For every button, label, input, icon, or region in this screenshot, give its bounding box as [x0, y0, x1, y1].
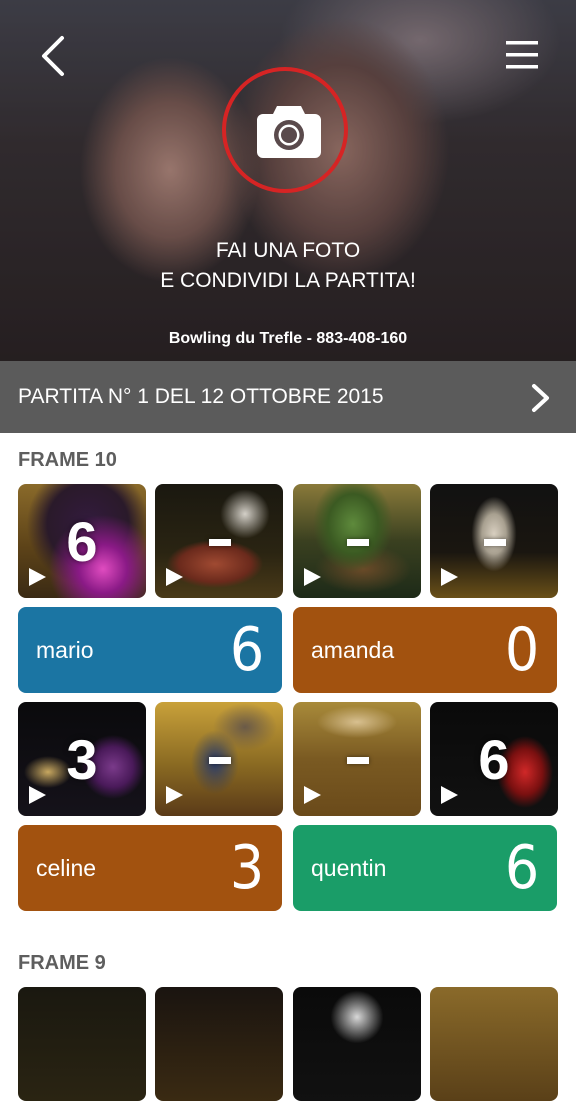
no-score-dash — [484, 539, 506, 546]
cta-line-2: E CONDIVIDI LA PARTITA! — [160, 269, 416, 292]
game-title: PARTITA N° 1 DEL 12 OTTOBRE 2015 — [18, 385, 384, 408]
chevron-right-icon — [532, 384, 549, 412]
player-name: quentin — [311, 855, 387, 881]
game-selector-bar[interactable]: PARTITA N° 1 DEL 12 OTTOBRE 2015 — [0, 361, 576, 433]
player-card-quentin[interactable]: quentin 6 — [293, 825, 557, 911]
hamburger-menu-icon — [506, 41, 538, 69]
video-thumbnail[interactable] — [155, 987, 283, 1101]
player-score: 0 — [504, 615, 539, 685]
frame-title: FRAME 9 — [18, 952, 106, 974]
no-score-dash — [347, 757, 369, 764]
venue-label: Bowling du Trefle - 883-408-160 — [168, 330, 408, 347]
take-photo-button[interactable] — [222, 67, 348, 193]
play-icon — [304, 786, 321, 804]
play-icon — [29, 568, 46, 586]
play-icon — [441, 568, 458, 586]
camera-icon — [257, 106, 321, 158]
photo-call-to-action: FAI UNA FOTO E CONDIVIDI LA PARTITA! — [0, 236, 576, 296]
player-card-celine[interactable]: celine 3 — [18, 825, 282, 911]
play-icon — [166, 568, 183, 586]
chevron-left-icon — [42, 36, 64, 76]
player-card-mario[interactable]: mario 6 — [18, 607, 282, 693]
player-score: 3 — [229, 833, 264, 903]
player-score: 6 — [229, 615, 264, 685]
back-button[interactable] — [30, 30, 78, 82]
video-thumbnail[interactable] — [155, 702, 283, 816]
video-thumbnail[interactable] — [155, 484, 283, 598]
player-card-amanda[interactable]: amanda 0 — [293, 607, 557, 693]
player-name: mario — [36, 637, 94, 663]
video-thumbnail[interactable] — [430, 987, 558, 1101]
video-thumbnail[interactable] — [293, 987, 421, 1101]
video-thumbnail[interactable] — [18, 987, 146, 1101]
cta-line-1: FAI UNA FOTO — [215, 239, 361, 262]
no-score-dash — [209, 757, 231, 764]
menu-button[interactable] — [500, 38, 544, 72]
player-name: celine — [36, 855, 97, 881]
video-thumbnail[interactable] — [293, 484, 421, 598]
video-thumbnail[interactable]: 6 — [430, 702, 558, 816]
play-icon — [166, 786, 183, 804]
video-thumbnail[interactable]: 3 — [18, 702, 146, 816]
no-score-dash — [347, 539, 369, 546]
video-thumbnail[interactable] — [430, 484, 558, 598]
video-thumbnail[interactable] — [293, 702, 421, 816]
play-icon — [304, 568, 321, 586]
player-score: 6 — [504, 833, 539, 903]
player-name: amanda — [311, 637, 395, 663]
play-icon — [441, 786, 458, 804]
hero-photo-area: FAI UNA FOTO E CONDIVIDI LA PARTITA! Bow… — [0, 0, 576, 361]
frame-title: FRAME 10 — [18, 449, 117, 471]
video-thumbnail[interactable]: 6 — [18, 484, 146, 598]
no-score-dash — [209, 539, 231, 546]
play-icon — [29, 786, 46, 804]
